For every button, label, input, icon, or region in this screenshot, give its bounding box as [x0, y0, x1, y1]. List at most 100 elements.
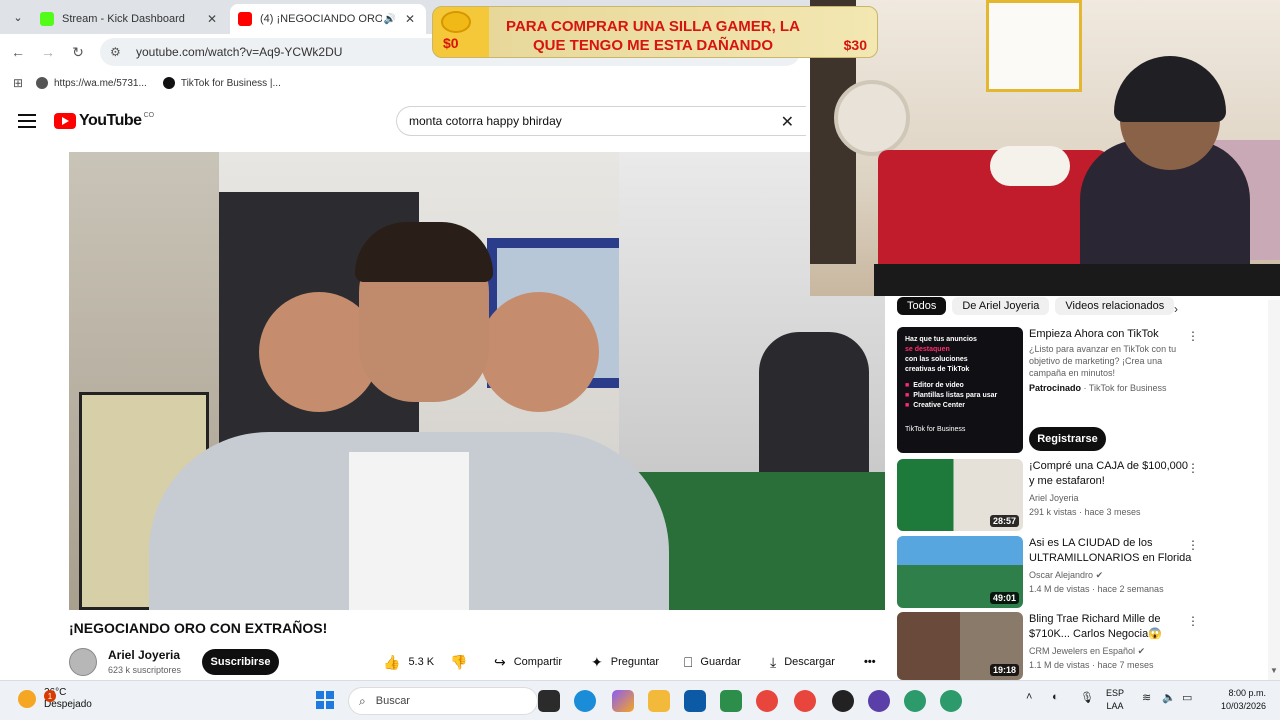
- subscribe-button[interactable]: Suscribirse: [202, 649, 279, 675]
- ad-title[interactable]: Empieza Ahora con TikTok: [1029, 327, 1195, 342]
- store-icon[interactable]: [684, 690, 706, 712]
- battery-icon[interactable]: ▭: [1182, 691, 1192, 704]
- webcam-pillow: [990, 146, 1070, 186]
- thumbs-up-icon: 👍: [383, 653, 401, 670]
- more-vertical-icon[interactable]: ⋮: [1187, 461, 1199, 475]
- copilot-icon[interactable]: [612, 690, 634, 712]
- edge-icon[interactable]: [574, 690, 596, 712]
- video-meta: 1.4 M de vistas · hace 2 semanas: [1029, 584, 1164, 594]
- register-button[interactable]: Registrarse: [1029, 427, 1106, 451]
- chrome-profile-icon[interactable]: [940, 690, 962, 712]
- verified-icon: ✔: [1137, 646, 1146, 656]
- more-horizontal-icon: •••: [864, 656, 876, 668]
- video-title: ¡NEGOCIANDO ORO CON EXTRAÑOS!: [69, 620, 328, 636]
- more-actions-button[interactable]: •••: [864, 651, 876, 673]
- clear-search-icon[interactable]: ✕: [781, 112, 794, 132]
- share-button[interactable]: ↪ Compartir: [494, 651, 562, 673]
- search-placeholder: Buscar: [375, 695, 410, 707]
- tab-title: (4) ¡NEGOCIANDO ORO CON EXTRAÑOS! - YouT…: [260, 13, 382, 25]
- chip-related[interactable]: Videos relacionados: [1055, 297, 1175, 315]
- system-clock[interactable]: 8:00 p.m. 10/03/2026: [1218, 687, 1266, 713]
- language-code: ESP: [1106, 688, 1125, 698]
- clock-date: 10/03/2026: [1220, 701, 1266, 711]
- forward-arrow-icon[interactable]: →: [38, 42, 58, 62]
- download-button[interactable]: ⤓ Descargar: [770, 651, 835, 673]
- video-channel[interactable]: CRM Jewelers en Español ✔: [1029, 645, 1145, 658]
- microphone-icon[interactable]: 🎙: [1080, 691, 1094, 704]
- recommended-video[interactable]: 28:57 ¡Compré una CAJA de $100,000 y me …: [897, 459, 1207, 531]
- tab-kick-dashboard[interactable]: Stream - Kick Dashboard ✕: [32, 4, 228, 34]
- more-vertical-icon[interactable]: ⋮: [1187, 614, 1199, 628]
- chip-all[interactable]: Todos: [897, 297, 947, 315]
- video-channel[interactable]: Ariel Joyeria: [1029, 492, 1079, 505]
- tab-youtube-video[interactable]: (4) ¡NEGOCIANDO ORO CON EXTRAÑOS! - YouT…: [230, 4, 426, 34]
- close-icon[interactable]: ✕: [402, 12, 418, 26]
- file-explorer-icon[interactable]: [648, 690, 670, 712]
- dislike-button[interactable]: 👎: [450, 651, 475, 673]
- notepad-icon[interactable]: [720, 690, 742, 712]
- video-title[interactable]: ¡Compré una CAJA de $100,000 y me estafa…: [1029, 459, 1195, 489]
- scroll-down-arrow-icon[interactable]: ▼: [1268, 666, 1280, 675]
- search-input[interactable]: monta cotorra happy bhirday ✕: [396, 106, 806, 136]
- reload-icon[interactable]: ↻: [68, 42, 88, 62]
- back-arrow-icon[interactable]: ←: [8, 42, 28, 62]
- speaker-icon[interactable]: 🔊: [382, 14, 398, 25]
- weather-widget[interactable]: 1 26°C Despejado: [18, 687, 92, 711]
- youtube-logo[interactable]: YouTube CO: [54, 112, 154, 130]
- url-text: youtube.com/watch?v=Aq9-YCWk2DU: [136, 45, 343, 59]
- network-status-icon[interactable]: ◐: [1052, 691, 1059, 703]
- video-thumbnail[interactable]: 49:01: [897, 536, 1023, 608]
- apps-grid-icon[interactable]: ⊞: [0, 76, 36, 90]
- chrome-icon[interactable]: [756, 690, 778, 712]
- sidebar-filter-chips: Todos De Ariel Joyeria Videos relacionad…: [897, 297, 1197, 319]
- site-info-icon[interactable]: ⚙: [110, 45, 128, 59]
- recommended-video[interactable]: 49:01 Asi es LA CIUDAD de los ULTRAMILLO…: [897, 536, 1207, 608]
- video-scene-shirt: [349, 452, 469, 610]
- task-view-icon[interactable]: [538, 690, 560, 712]
- chrome-profile-icon[interactable]: [904, 690, 926, 712]
- menu-icon[interactable]: [18, 114, 36, 128]
- windows-start-icon[interactable]: [316, 691, 334, 709]
- tab-title: Stream - Kick Dashboard: [62, 13, 185, 25]
- video-title[interactable]: Asi es LA CIUDAD de los ULTRAMILLONARIOS…: [1029, 536, 1195, 566]
- volume-icon[interactable]: 🔈: [1162, 691, 1176, 704]
- input-language[interactable]: ESP LAA: [1106, 687, 1124, 713]
- sponsored-ad[interactable]: Haz que tus anuncios se destaquen con la…: [897, 327, 1207, 455]
- bookmark-tiktok-business[interactable]: TikTok for Business |...: [162, 77, 281, 89]
- share-label: Compartir: [513, 656, 563, 668]
- chevron-up-icon[interactable]: ˄: [1026, 691, 1032, 703]
- save-button[interactable]: ⎕ Guardar: [684, 651, 741, 673]
- chip-from-channel[interactable]: De Ariel Joyeria: [952, 297, 1050, 315]
- video-thumbnail[interactable]: 28:57: [897, 459, 1023, 531]
- tab-search-chevron-icon[interactable]: ⌄: [8, 7, 28, 27]
- more-vertical-icon[interactable]: ⋮: [1187, 329, 1199, 343]
- channel-avatar[interactable]: [69, 648, 97, 676]
- search-icon: ⌕: [359, 693, 366, 708]
- recommended-video[interactable]: 19:18 Bling Trae Richard Mille de $710K.…: [897, 612, 1207, 680]
- obs-icon[interactable]: [832, 690, 854, 712]
- ad-thumbnail[interactable]: Haz que tus anuncios se destaquen con la…: [897, 327, 1023, 453]
- page-scrollbar[interactable]: [1268, 300, 1280, 680]
- chevron-right-icon[interactable]: ›: [1174, 302, 1178, 316]
- donation-amount-goal: $30: [843, 37, 867, 53]
- wifi-icon[interactable]: ≋: [1142, 691, 1151, 704]
- app-icon[interactable]: [868, 690, 890, 712]
- channel-name[interactable]: Ariel Joyeria: [108, 648, 180, 662]
- more-vertical-icon[interactable]: ⋮: [1187, 538, 1199, 552]
- video-title[interactable]: Bling Trae Richard Mille de $710K... Car…: [1029, 612, 1195, 642]
- logo-text: YouTube: [79, 112, 142, 129]
- download-icon: ⤓: [770, 653, 777, 670]
- taskbar-search[interactable]: ⌕ Buscar: [348, 687, 538, 715]
- share-icon: ↪: [494, 653, 506, 670]
- like-button[interactable]: 👍 5.3 K: [383, 651, 434, 673]
- region-code: LAA: [1106, 701, 1124, 711]
- video-thumbnail[interactable]: 19:18: [897, 612, 1023, 680]
- close-icon[interactable]: ✕: [204, 12, 220, 26]
- chrome-profile-icon[interactable]: [794, 690, 816, 712]
- bookmark-label: https://wa.me/5731...: [54, 77, 147, 89]
- ad-thumb-line: se destaquen: [905, 346, 950, 353]
- bookmark-whatsapp-link[interactable]: https://wa.me/5731...: [36, 77, 147, 89]
- video-player[interactable]: [69, 152, 885, 610]
- ask-button[interactable]: ✦ Preguntar: [591, 651, 659, 673]
- video-channel[interactable]: Oscar Alejandro ✔: [1029, 569, 1103, 582]
